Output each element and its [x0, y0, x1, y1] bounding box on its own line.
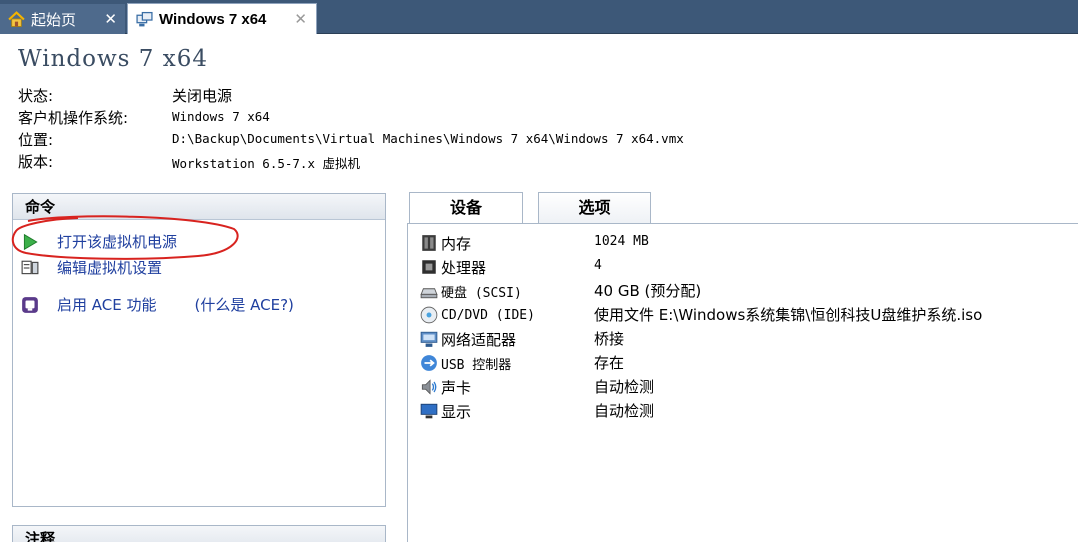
device-name: USB 控制器 — [441, 357, 512, 373]
hard-disk-icon — [420, 288, 438, 299]
device-value: 存在 — [594, 354, 625, 372]
tab-devices[interactable]: 设备 — [409, 192, 523, 224]
usb-icon — [421, 355, 437, 371]
tab-vm-label: Windows 7 x64 — [159, 10, 267, 28]
notes-header: 注释 — [13, 526, 385, 542]
edit-settings-label: 编辑虚拟机设置 — [57, 259, 163, 277]
devices-panel: 内存 1024 MB 处理器 4 硬盘 (SCSI) 40 GB (预分配) C… — [407, 223, 1078, 542]
enable-ace-command[interactable]: 启用 ACE 功能 (什么是 ACE?) — [21, 294, 294, 315]
cpu-icon — [422, 260, 436, 274]
notes-panel: 注释 — [12, 525, 386, 542]
device-name: 内存 — [441, 234, 472, 253]
commands-header: 命令 — [13, 194, 385, 220]
device-name: 网络适配器 — [441, 330, 517, 349]
sound-card-icon — [421, 379, 437, 395]
device-row-processor[interactable]: 处理器 4 — [420, 255, 602, 279]
tab-windows-7-x64[interactable]: Windows 7 x64 ✕ — [127, 3, 317, 34]
device-name: 处理器 — [441, 258, 487, 277]
vm-icon — [136, 11, 153, 26]
power-on-command[interactable]: 打开该虚拟机电源 — [21, 231, 177, 252]
home-icon — [8, 10, 25, 27]
memory-icon — [422, 235, 436, 251]
info-value: 关闭电源 — [172, 87, 233, 105]
close-icon[interactable]: ✕ — [104, 10, 117, 28]
cd-dvd-icon — [420, 306, 438, 324]
tab-options[interactable]: 选项 — [538, 192, 651, 224]
device-row-cd-dvd[interactable]: CD/DVD (IDE) 使用文件 E:\Windows系统集锦\恒创科技U盘维… — [420, 303, 982, 327]
info-label: 位置: — [18, 131, 54, 149]
info-value: D:\Backup\Documents\Virtual Machines\Win… — [172, 131, 684, 146]
ace-help-link[interactable]: (什么是 ACE?) — [195, 294, 294, 315]
device-value: 40 GB (预分配) — [594, 282, 702, 300]
device-name: CD/DVD (IDE) — [441, 307, 535, 323]
info-value: Workstation 6.5-7.x 虚拟机 — [172, 156, 361, 171]
device-row-hard-disk[interactable]: 硬盘 (SCSI) 40 GB (预分配) — [420, 279, 701, 303]
device-row-display[interactable]: 显示 自动检测 — [420, 399, 654, 423]
close-icon[interactable]: ✕ — [294, 10, 307, 28]
ace-icon — [22, 296, 38, 313]
info-value: Windows 7 x64 — [172, 109, 270, 124]
device-name: 声卡 — [441, 378, 472, 397]
network-adapter-icon — [420, 331, 438, 347]
play-icon — [23, 233, 38, 250]
device-value: 自动检测 — [594, 378, 655, 396]
info-label: 状态: — [18, 87, 54, 105]
device-value: 桥接 — [594, 330, 625, 348]
device-value: 自动检测 — [594, 402, 655, 420]
device-name: 显示 — [441, 402, 472, 421]
device-value: 使用文件 E:\Windows系统集锦\恒创科技U盘维护系统.iso — [594, 306, 983, 324]
tab-bar: 起始页 ✕ Windows 7 x64 ✕ — [0, 0, 1078, 34]
edit-settings-command[interactable]: 编辑虚拟机设置 — [21, 257, 162, 278]
page-title: Windows 7 x64 — [18, 46, 208, 72]
device-row-sound-card[interactable]: 声卡 自动检测 — [420, 375, 654, 399]
enable-ace-label: 启用 ACE 功能 — [57, 296, 157, 314]
display-icon — [420, 403, 438, 419]
info-label: 版本: — [18, 153, 54, 171]
info-label: 客户机操作系统: — [18, 109, 129, 127]
settings-icon — [21, 260, 39, 274]
commands-panel: 命令 打开该虚拟机电源 编辑虚拟机设置 启用 ACE 功能 (什么是 ACE?) — [12, 193, 386, 507]
device-row-network-adapter[interactable]: 网络适配器 桥接 — [420, 327, 624, 351]
power-on-label: 打开该虚拟机电源 — [57, 233, 178, 251]
device-row-memory[interactable]: 内存 1024 MB — [420, 231, 649, 255]
tab-home[interactable]: 起始页 ✕ — [0, 4, 125, 34]
device-value: 1024 MB — [594, 234, 649, 249]
device-row-usb-controller[interactable]: USB 控制器 存在 — [420, 351, 624, 375]
device-name: 硬盘 (SCSI) — [441, 285, 522, 301]
tab-home-label: 起始页 — [31, 10, 77, 29]
device-value: 4 — [594, 258, 602, 273]
